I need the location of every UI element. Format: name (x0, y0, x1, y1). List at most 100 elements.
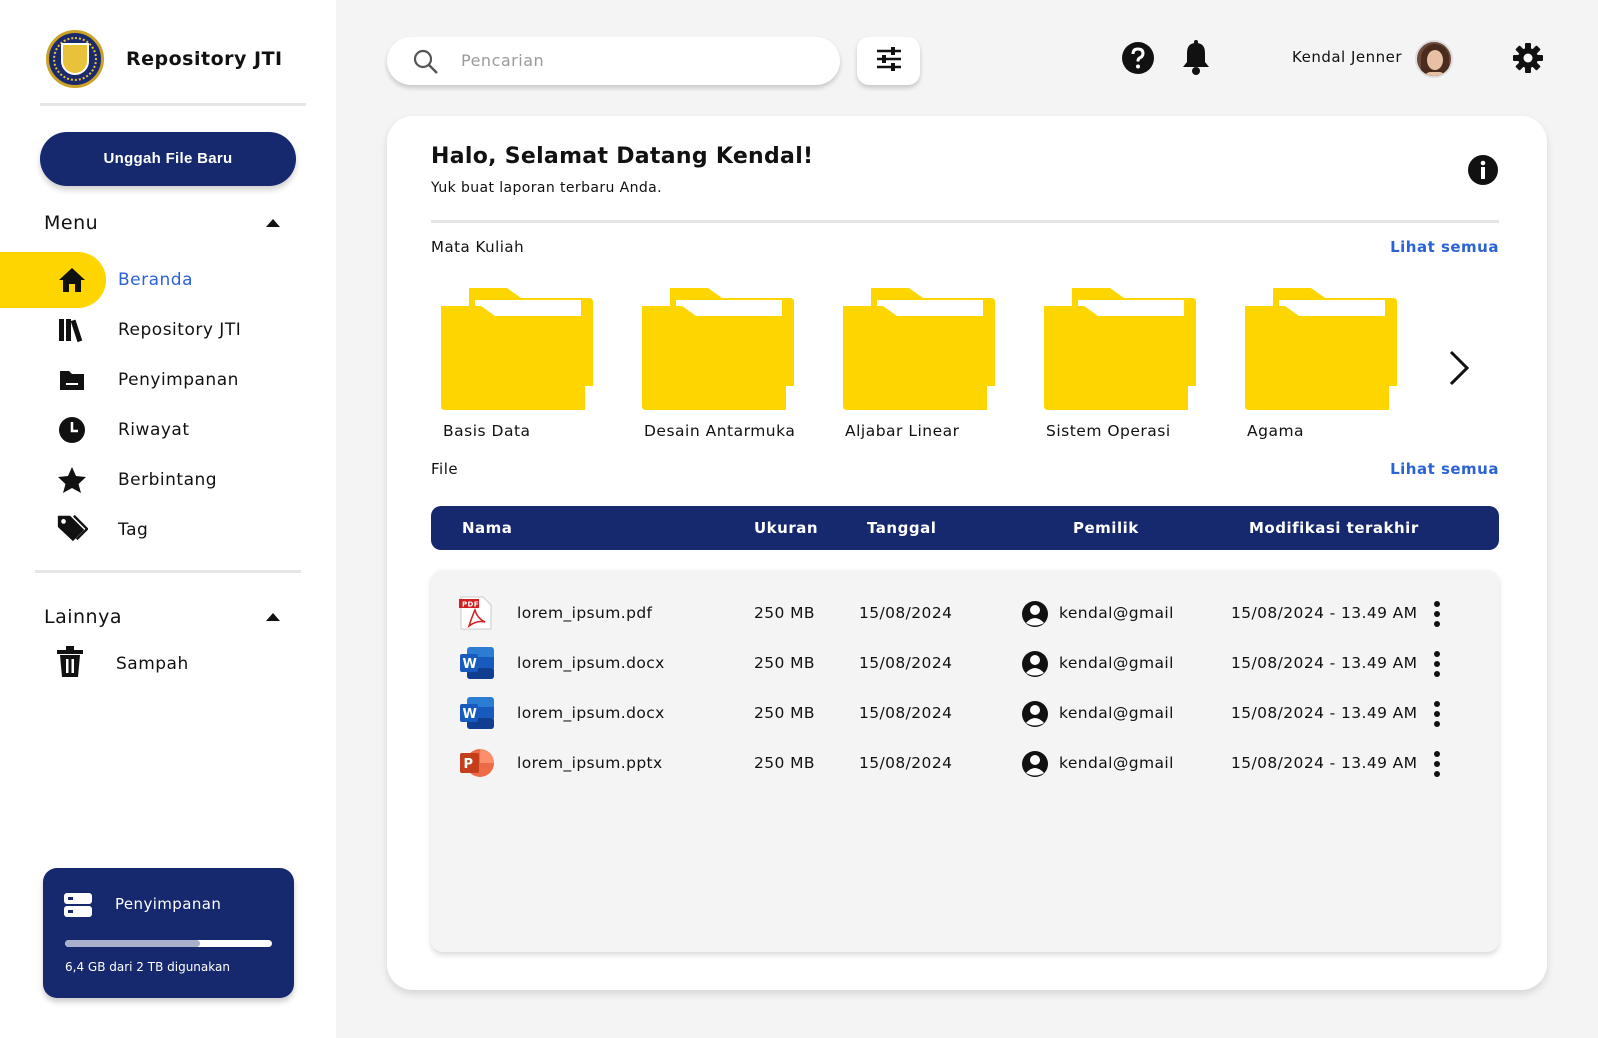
files-see-all-link[interactable]: Lihat semua (1390, 460, 1499, 478)
courses-see-all-link[interactable]: Lihat semua (1390, 238, 1499, 256)
more-options-icon[interactable] (1433, 600, 1441, 632)
folder-label: Basis Data (443, 422, 531, 440)
menu-title: Menu (44, 212, 99, 234)
trash-icon (54, 646, 86, 678)
welcome-subtitle: Yuk buat laporan terbaru Anda. (431, 180, 663, 196)
collapse-icon[interactable] (266, 613, 280, 621)
filter-button[interactable] (857, 37, 920, 85)
column-header-owner[interactable]: Pemilik (1073, 519, 1139, 537)
pdf-file-icon: PDF (459, 596, 493, 634)
sidebar-divider (40, 103, 306, 106)
sidebar-item-label: Repository JTI (118, 320, 242, 340)
more-options-icon[interactable] (1433, 650, 1441, 682)
sidebar: Repository JTI Unggah File Baru Menu Ber… (0, 0, 336, 1038)
sidebar-item-label: Berbintang (118, 470, 218, 490)
brand[interactable]: Repository JTI (46, 30, 283, 88)
files-label: File (431, 460, 459, 478)
file-size: 250 MB (754, 654, 815, 672)
storage-progress-bar (65, 940, 272, 947)
dashboard-card: Halo, Selamat Datang Kendal! Yuk buat la… (387, 116, 1547, 990)
file-name: lorem_ipsum.docx (517, 654, 665, 672)
files-table-header: Nama Ukuran Tanggal Pemilik Modifikasi t… (431, 506, 1499, 550)
notification-bell-icon[interactable] (1180, 40, 1212, 80)
settings-gear-icon[interactable] (1512, 42, 1544, 78)
user-icon (1021, 700, 1049, 732)
file-modified: 15/08/2024 - 13.49 AM (1231, 754, 1418, 772)
table-row[interactable]: PDF lorem_ipsum.pdf 250 MB 15/08/2024 ke… (431, 590, 1499, 638)
folder-basis-data[interactable]: Basis Data (441, 286, 597, 440)
welcome-title: Halo, Selamat Datang Kendal! (431, 144, 814, 169)
file-modified: 15/08/2024 - 13.49 AM (1231, 604, 1418, 622)
sidebar-item-repository[interactable]: Repository JTI (0, 304, 300, 356)
active-indicator (0, 252, 106, 308)
svg-text:W: W (463, 657, 478, 672)
powerpoint-file-icon: P (459, 746, 495, 784)
storage-title: Penyimpanan (115, 895, 222, 913)
tag-icon (56, 512, 88, 544)
help-icon[interactable] (1121, 41, 1155, 79)
word-file-icon: W (459, 646, 495, 684)
logo (46, 30, 104, 88)
sidebar-item-label: Beranda (118, 270, 194, 290)
storage-progress-fill (65, 940, 200, 947)
file-date: 15/08/2024 (859, 704, 953, 722)
column-header-size[interactable]: Ukuran (754, 519, 818, 537)
file-size: 250 MB (754, 704, 815, 722)
folder-agama[interactable]: Agama (1245, 286, 1401, 440)
search-icon (413, 49, 439, 79)
file-date: 15/08/2024 (859, 754, 953, 772)
welcome-divider (431, 220, 1499, 223)
file-modified: 15/08/2024 - 13.49 AM (1231, 704, 1418, 722)
search-input[interactable]: Pencarian (461, 51, 544, 70)
file-owner: kendal@gmail (1059, 754, 1174, 772)
file-date: 15/08/2024 (859, 604, 953, 622)
column-header-modified[interactable]: Modifikasi terakhir (1249, 519, 1419, 537)
menu-section-header[interactable]: Menu (44, 212, 280, 234)
file-name: lorem_ipsum.pptx (517, 754, 663, 772)
folder-desain-antarmuka[interactable]: Desain Antarmuka (642, 286, 798, 440)
table-row[interactable]: W lorem_ipsum.docx 250 MB 15/08/2024 ken… (431, 690, 1499, 738)
sidebar-item-label: Penyimpanan (118, 370, 239, 390)
star-icon (56, 464, 88, 496)
others-title: Lainnya (44, 606, 122, 628)
others-section-header[interactable]: Lainnya (44, 606, 280, 628)
folder-icon (1245, 288, 1397, 410)
search-bar[interactable]: Pencarian (387, 37, 840, 85)
storage-card[interactable]: Penyimpanan 6,4 GB dari 2 TB digunakan (43, 868, 294, 998)
chevron-right-icon[interactable] (1447, 350, 1471, 390)
more-options-icon[interactable] (1433, 700, 1441, 732)
sidebar-item-beranda[interactable]: Beranda (0, 252, 300, 308)
sidebar-item-berbintang[interactable]: Berbintang (0, 454, 300, 506)
more-options-icon[interactable] (1433, 750, 1441, 782)
sidebar-item-label: Tag (118, 520, 149, 540)
info-icon[interactable] (1467, 154, 1499, 190)
sidebar-item-sampah[interactable]: Sampah (0, 638, 300, 690)
folder-icon (56, 364, 88, 396)
svg-text:P: P (464, 757, 474, 772)
folder-icon (642, 288, 794, 410)
folder-label: Aljabar Linear (845, 422, 960, 440)
upload-new-file-button[interactable]: Unggah File Baru (40, 132, 296, 186)
home-icon (56, 264, 88, 296)
file-owner: kendal@gmail (1059, 704, 1174, 722)
folder-icon (441, 288, 593, 410)
table-row[interactable]: P lorem_ipsum.pptx 250 MB 15/08/2024 ken… (431, 740, 1499, 788)
user-name[interactable]: Kendal Jenner (1292, 48, 1402, 66)
sidebar-item-riwayat[interactable]: Riwayat (0, 404, 300, 456)
folder-aljabar-linear[interactable]: Aljabar Linear (843, 286, 999, 440)
sidebar-item-penyimpanan[interactable]: Penyimpanan (0, 354, 300, 406)
sidebar-item-label: Sampah (116, 654, 189, 674)
table-row[interactable]: W lorem_ipsum.docx 250 MB 15/08/2024 ken… (431, 640, 1499, 688)
file-modified: 15/08/2024 - 13.49 AM (1231, 654, 1418, 672)
column-header-date[interactable]: Tanggal (867, 519, 936, 537)
folder-sistem-operasi[interactable]: Sistem Operasi (1044, 286, 1200, 440)
sidebar-item-tag[interactable]: Tag (0, 504, 300, 556)
folder-icon (1044, 288, 1196, 410)
files-table-body: PDF lorem_ipsum.pdf 250 MB 15/08/2024 ke… (431, 570, 1499, 952)
column-header-name[interactable]: Nama (462, 519, 512, 537)
avatar[interactable] (1415, 40, 1453, 78)
courses-label: Mata Kuliah (431, 238, 525, 256)
folder-label: Desain Antarmuka (644, 422, 796, 440)
brand-name: Repository JTI (126, 48, 283, 70)
collapse-icon[interactable] (266, 219, 280, 227)
